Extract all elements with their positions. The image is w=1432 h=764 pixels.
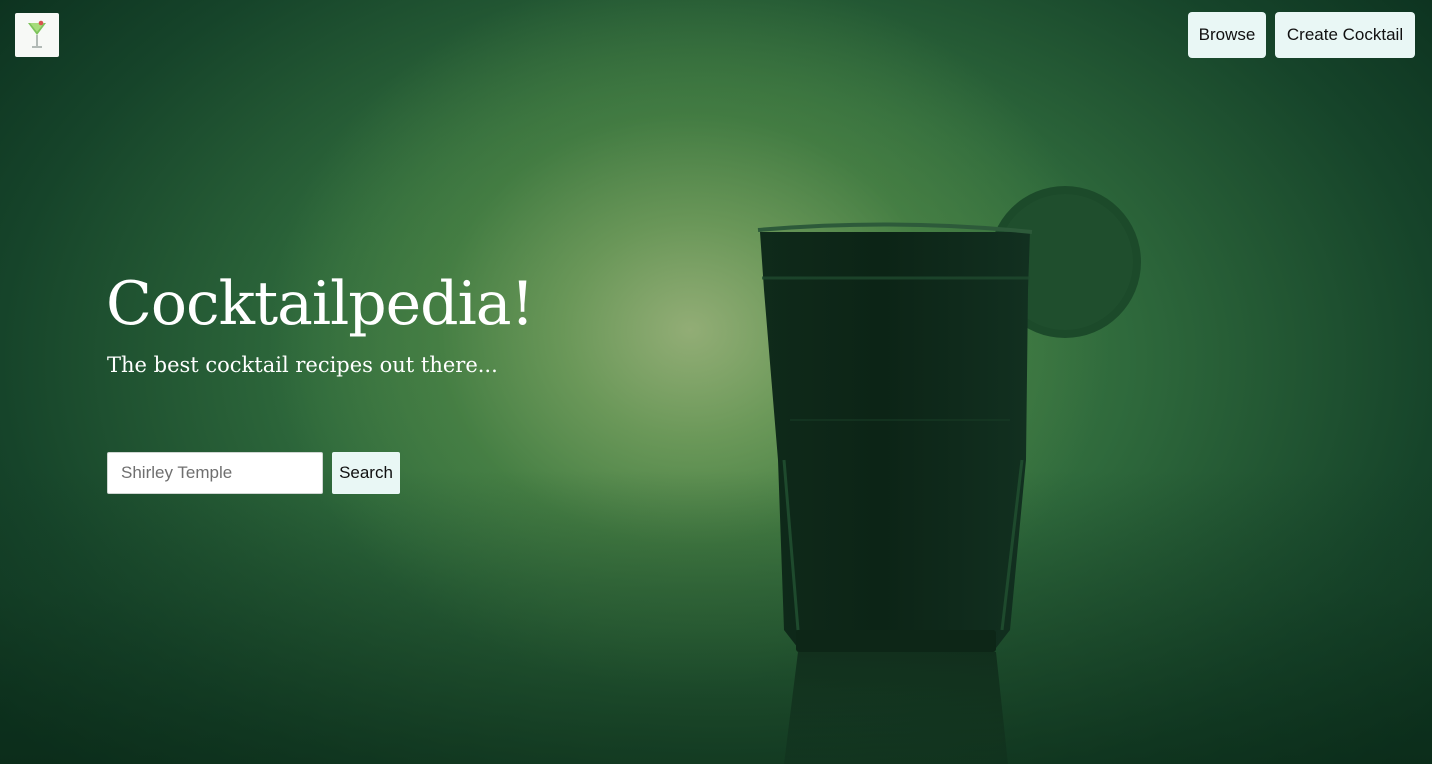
- hero-background: [0, 0, 1432, 764]
- logo[interactable]: [15, 13, 59, 57]
- cocktail-glass-image: [757, 186, 1141, 764]
- search-button[interactable]: Search: [332, 452, 400, 494]
- hero-floor-glow: [0, 470, 1432, 764]
- martini-glass-icon: [28, 20, 46, 48]
- page-subtitle: The best cocktail recipes out there...: [107, 353, 498, 377]
- create-cocktail-button[interactable]: Create Cocktail: [1275, 12, 1415, 58]
- search-input[interactable]: [107, 452, 323, 494]
- browse-button[interactable]: Browse: [1188, 12, 1266, 58]
- page-title: Cocktailpedia!: [106, 269, 535, 339]
